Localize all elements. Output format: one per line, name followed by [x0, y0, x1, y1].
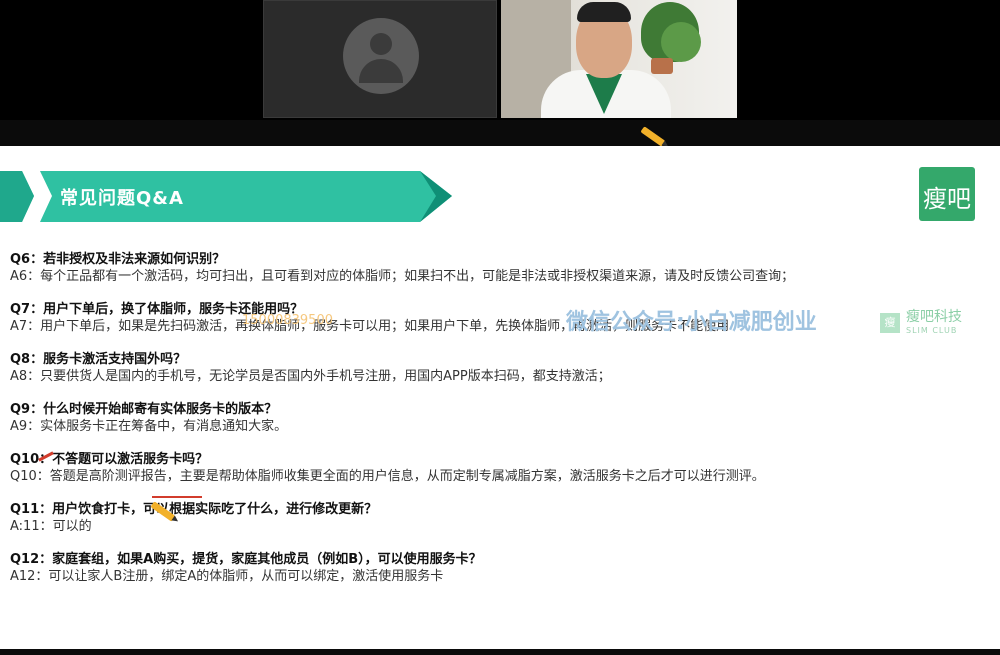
- answer: A8：只要供货人是国内的手机号，无论学员是否国内外手机号注册，用国内APP版本扫…: [10, 369, 611, 384]
- slide-title: 常见问题Q&A: [60, 188, 184, 209]
- watermark-wechat-text: 微信公众号:小白减肥创业: [566, 310, 817, 335]
- question: Q8：服务卡激活支持国外吗？: [10, 352, 187, 367]
- participant-tile-no-video[interactable]: [263, 0, 497, 118]
- slide-title-banner: 常见问题Q&A: [0, 171, 452, 222]
- question: Q6：若非授权及非法来源如何识别？: [10, 252, 226, 267]
- question: Q7：用户下单后，换了体脂师，服务卡还能用吗？: [10, 302, 304, 317]
- answer: A6：每个正品都有一个激活码，均可扫出，且可看到对应的体脂师；如果扫不出，可能是…: [10, 269, 795, 284]
- logo-text: 瘦吧: [923, 185, 971, 213]
- qa-item: Q10：不答题可以激活服务卡吗？ Q10：答题是高阶测评报告，主要是帮助体脂师收…: [10, 451, 990, 486]
- shared-slide: 常见问题Q&A 瘦吧 Q6：若非授权及非法来源如何识别？ A6：每个正品都有一个…: [0, 146, 1000, 649]
- participant-tile-speaker[interactable]: [501, 0, 737, 118]
- qa-item: Q9：什么时候开始邮寄有实体服务卡的版本？ A9：实体服务卡正在筹备中，有消息通…: [10, 401, 990, 436]
- answer: A7：用户下单后，如果是先扫码激活，再换体脂师，服务卡可以用；如果用户下单，先换…: [10, 319, 730, 334]
- qa-item: Q6：若非授权及非法来源如何识别？ A6：每个正品都有一个激活码，均可扫出，且可…: [10, 251, 990, 286]
- qa-list: Q6：若非授权及非法来源如何识别？ A6：每个正品都有一个激活码，均可扫出，且可…: [10, 251, 990, 601]
- answer: A12：可以让家人B注册，绑定A的体脂师，从而可以绑定，激活使用服务卡: [10, 569, 444, 584]
- annotation-pen-cursor-icon: [640, 126, 666, 147]
- qa-item: Q7：用户下单后，换了体脂师，服务卡还能用吗？ A7：用户下单后，如果是先扫码激…: [10, 301, 990, 336]
- qa-item: Q8：服务卡激活支持国外吗？ A8：只要供货人是国内的手机号，无论学员是否国内外…: [10, 351, 990, 386]
- annotation-underline: [152, 496, 202, 498]
- answer: A:11：可以的: [10, 519, 92, 534]
- brand-logo: 瘦吧: [919, 167, 975, 221]
- watermark-brand-icon: 瘦: [880, 313, 900, 333]
- watermark-brand-sub: SLIM CLUB: [906, 326, 958, 335]
- answer: A9：实体服务卡正在筹备中，有消息通知大家。: [10, 419, 288, 434]
- default-avatar-icon: [343, 18, 419, 94]
- video-strip: [0, 0, 1000, 120]
- question: Q10：不答题可以激活服务卡吗？: [10, 452, 209, 467]
- question: Q9：什么时候开始邮寄有实体服务卡的版本？: [10, 402, 278, 417]
- qa-item: Q12：家庭套组，如果A购买，提货，家庭其他成员（例如B），可以使用服务卡？ A…: [10, 551, 990, 586]
- answer: Q10：答题是高阶测评报告，主要是帮助体脂师收集更全面的用户信息，从而定制专属减…: [10, 469, 765, 484]
- watermark-number: 15000839500: [242, 313, 333, 328]
- question: Q12：家庭套组，如果A购买，提货，家庭其他成员（例如B），可以使用服务卡？: [10, 552, 482, 567]
